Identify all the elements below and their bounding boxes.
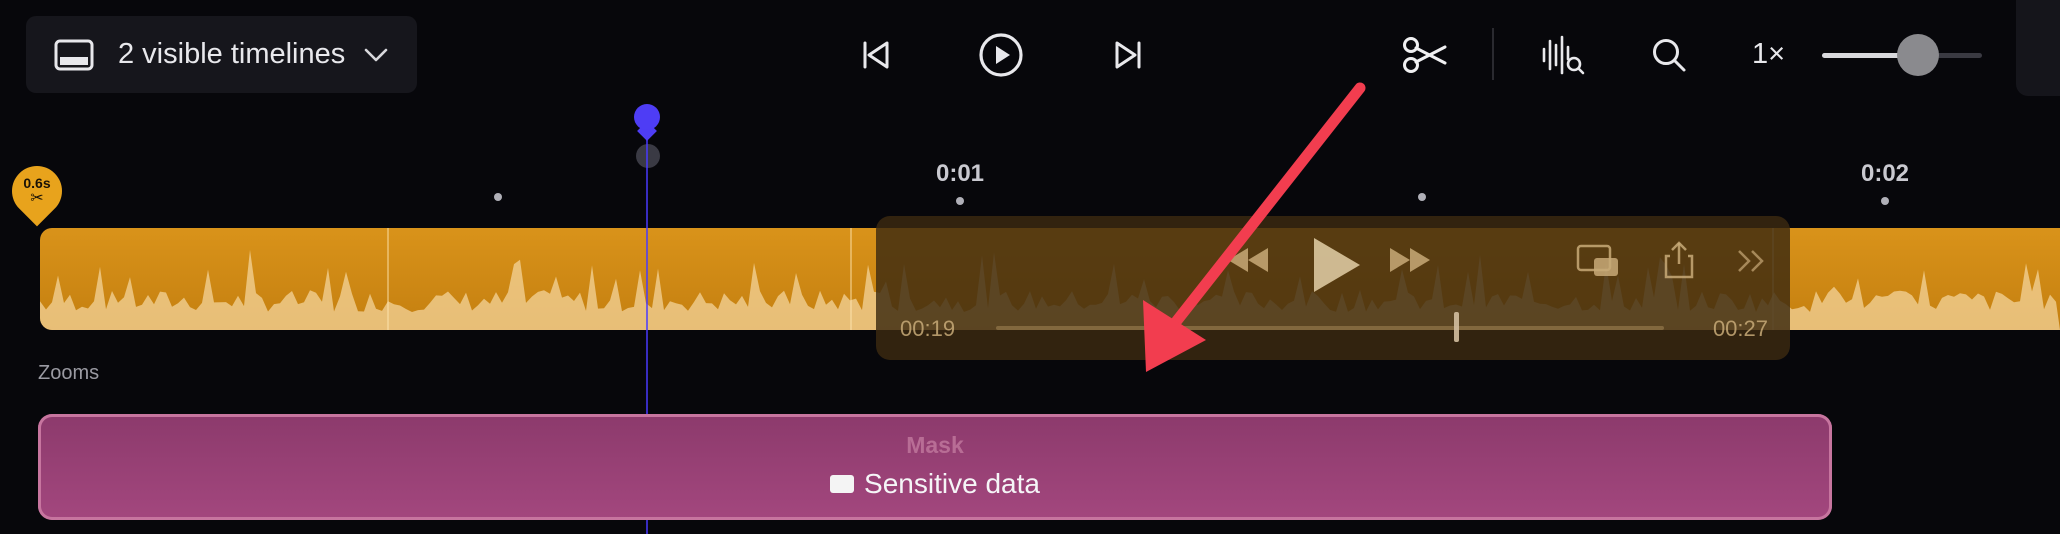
overlay-time-start: 00:19: [900, 316, 956, 341]
ruler-label: 0:01: [935, 160, 985, 187]
ruler-tick: [1881, 197, 1889, 205]
search-button[interactable]: [1646, 30, 1692, 80]
segment-divider: [850, 228, 852, 330]
timeline-visibility-dropdown[interactable]: 2 visible timelines: [26, 16, 417, 93]
skip-forward-button[interactable]: [1108, 30, 1148, 80]
rewind-icon[interactable]: [1226, 246, 1270, 274]
cut-marker-label: 0.6s: [23, 175, 51, 191]
audio-search-button[interactable]: [1538, 30, 1588, 80]
picture-in-picture-icon[interactable]: [1576, 244, 1620, 280]
more-chevrons-icon[interactable]: [1736, 248, 1768, 274]
mask-label-row: Sensitive data: [38, 468, 1832, 500]
cut-button[interactable]: [1398, 30, 1452, 80]
mask-zoom-block[interactable]: Mask Sensitive data: [38, 414, 1832, 520]
mask-title: Mask: [906, 432, 964, 458]
search-icon: [1653, 39, 1686, 72]
fast-forward-icon[interactable]: [1388, 246, 1432, 274]
play-circle-icon: [979, 33, 1023, 77]
toolbar-divider: [1492, 28, 1494, 80]
share-icon[interactable]: [1664, 240, 1694, 280]
audio-search-icon: [1542, 35, 1585, 75]
playhead-ghost: [636, 144, 660, 168]
scissors-icon: [1403, 37, 1447, 73]
playhead-handle[interactable]: [634, 104, 660, 130]
timeline-panel-icon: [54, 39, 94, 70]
ruler-tick: [1418, 193, 1426, 201]
playback-speed-button[interactable]: 1×: [1752, 38, 1785, 71]
timeline-selector-label: 2 visible timelines: [118, 38, 346, 70]
cut-marker: 0.6s ✂: [12, 168, 62, 214]
skip-forward-icon: [1115, 41, 1141, 69]
scissors-icon: ✂: [30, 190, 44, 207]
skip-back-button[interactable]: [856, 30, 896, 80]
mask-label: Sensitive data: [864, 468, 1040, 499]
slider-knob[interactable]: [1897, 34, 1939, 76]
skip-back-icon: [863, 41, 889, 69]
play-icon[interactable]: [1310, 236, 1362, 294]
zooms-section-label: Zooms: [38, 362, 100, 384]
media-controls-overlay: 00:19 00:27: [876, 216, 1790, 360]
overlay-scrubber[interactable]: [996, 326, 1664, 330]
ruler-tick: [494, 193, 502, 201]
overlay-scrub-handle[interactable]: [1454, 312, 1459, 342]
mask-rectangle-icon: [830, 475, 855, 493]
ruler-tick: [956, 197, 964, 205]
side-panel-edge: [2016, 0, 2060, 96]
overlay-time-end: 00:27: [1712, 316, 1768, 341]
timeline-zoom-slider[interactable]: [1822, 34, 1982, 76]
ruler-label: 0:02: [1860, 160, 1910, 187]
play-button[interactable]: [976, 30, 1026, 80]
segment-divider: [387, 228, 389, 330]
chevron-down-icon: [364, 48, 388, 61]
